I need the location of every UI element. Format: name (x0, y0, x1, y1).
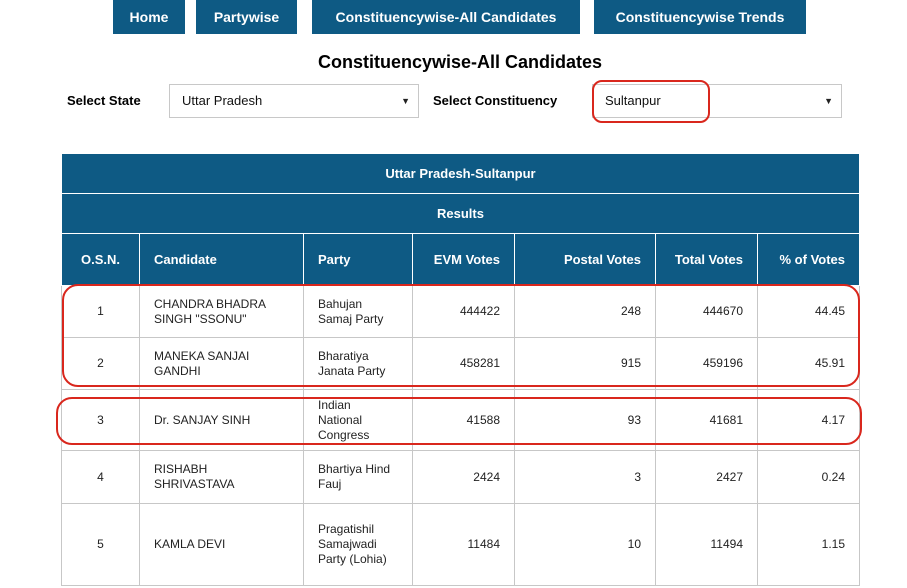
cell-osn: 4 (61, 450, 140, 504)
cell-percent-votes: 0.24 (756, 450, 861, 504)
table-row: 5 KAMLA DEVI Pragatishil Samajwadi Party… (61, 503, 861, 586)
cell-candidate: Dr. SANJAY SINH (139, 389, 304, 451)
cell-postal-votes: 10 (514, 503, 656, 586)
cell-total-votes: 2427 (655, 450, 758, 504)
cell-total-votes: 41681 (655, 389, 758, 451)
cell-party: Bhartiya Hind Fauj (303, 450, 413, 504)
constituency-select-value: Sultanpur (605, 93, 661, 108)
results-table: Uttar Pradesh-Sultanpur Results O.S.N. C… (60, 153, 861, 586)
nav-constituency-trends-button[interactable]: Constituencywise Trends (594, 0, 806, 34)
column-header-party: Party (303, 233, 413, 286)
table-row: 2 MANEKA SANJAI GANDHI Bharatiya Janata … (61, 337, 861, 390)
cell-percent-votes: 44.45 (756, 285, 861, 338)
cell-evm-votes: 444422 (412, 285, 515, 338)
cell-osn: 5 (61, 503, 140, 586)
page-title: Constituencywise-All Candidates (317, 52, 603, 72)
cell-percent-votes: 45.91 (756, 337, 861, 390)
table-row: 1 CHANDRA BHADRA SINGH "SSONU" Bahujan S… (61, 285, 861, 338)
state-select[interactable]: Uttar Pradesh ▼ (169, 84, 419, 118)
cell-postal-votes: 93 (514, 389, 656, 451)
constituency-label: Select Constituency (433, 93, 558, 108)
table-row: 4 RISHABH SHRIVASTAVA Bhartiya Hind Fauj… (61, 450, 861, 504)
column-header-osn: O.S.N. (61, 233, 140, 286)
table-subcaption: Results (60, 193, 861, 234)
table-row: 3 Dr. SANJAY SINH Indian National Congre… (61, 389, 861, 451)
cell-total-votes: 459196 (655, 337, 758, 390)
cell-osn: 3 (61, 389, 140, 451)
cell-total-votes: 11494 (655, 503, 758, 586)
cell-postal-votes: 915 (514, 337, 656, 390)
state-select-value: Uttar Pradesh (182, 93, 263, 108)
nav-partywise-button[interactable]: Partywise (196, 0, 297, 34)
cell-osn: 1 (61, 285, 140, 338)
cell-percent-votes: 4.17 (756, 389, 861, 451)
cell-party: Bahujan Samaj Party (303, 285, 413, 338)
cell-candidate: MANEKA SANJAI GANDHI (139, 337, 304, 390)
cell-party: Pragatishil Samajwadi Party (Lohia) (303, 503, 413, 586)
table-caption: Uttar Pradesh-Sultanpur (60, 153, 861, 194)
cell-percent-votes: 1.15 (756, 503, 861, 586)
column-header-evm-votes: EVM Votes (412, 233, 515, 286)
constituency-select[interactable]: Sultanpur ▼ (592, 84, 842, 118)
column-header-total-votes: Total Votes (655, 233, 758, 286)
column-header-percent-votes: % of Votes (756, 233, 861, 286)
cell-evm-votes: 458281 (412, 337, 515, 390)
state-label: Select State (67, 93, 141, 108)
cell-evm-votes: 2424 (412, 450, 515, 504)
cell-candidate: CHANDRA BHADRA SINGH "SSONU" (139, 285, 304, 338)
column-header-postal-votes: Postal Votes (514, 233, 656, 286)
cell-postal-votes: 248 (514, 285, 656, 338)
column-header-candidate: Candidate (139, 233, 304, 286)
cell-candidate: RISHABH SHRIVASTAVA (139, 450, 304, 504)
nav-constituency-all-candidates-button[interactable]: Constituencywise-All Candidates (312, 0, 580, 34)
cell-party: Indian National Congress (303, 389, 413, 451)
chevron-down-icon: ▼ (824, 96, 833, 106)
cell-candidate: KAMLA DEVI (139, 503, 304, 586)
cell-postal-votes: 3 (514, 450, 656, 504)
nav-home-button[interactable]: Home (113, 0, 185, 34)
chevron-down-icon: ▼ (401, 96, 410, 106)
cell-evm-votes: 41588 (412, 389, 515, 451)
cell-party: Bharatiya Janata Party (303, 337, 413, 390)
cell-osn: 2 (61, 337, 140, 390)
cell-evm-votes: 11484 (412, 503, 515, 586)
cell-total-votes: 444670 (655, 285, 758, 338)
